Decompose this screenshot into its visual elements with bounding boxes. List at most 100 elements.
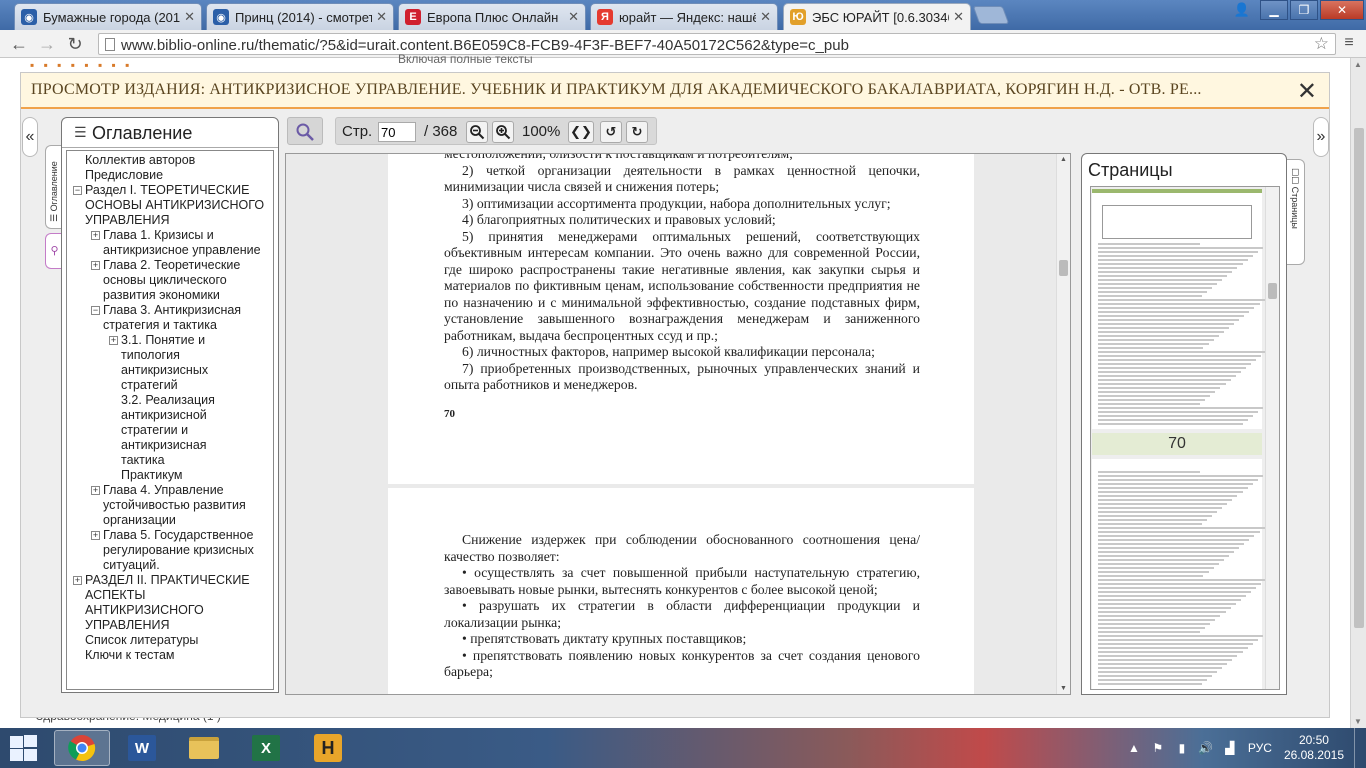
toc-item[interactable]: + Глава 1. Кризисы и антикризисное управл… bbox=[67, 228, 263, 258]
browser-tab[interactable]: ◉ Принц (2014) - смотреть ✕ bbox=[206, 3, 394, 30]
page-scrollbar[interactable]: ▲ ▼ bbox=[1350, 58, 1366, 728]
zoom-in-button[interactable] bbox=[492, 121, 514, 143]
close-tab-icon[interactable]: ✕ bbox=[760, 9, 771, 25]
expand-icon[interactable]: + bbox=[73, 576, 82, 585]
toc-item[interactable]: 3.2. Реализация антикризисной стратегии … bbox=[67, 393, 225, 468]
thumbnail-line bbox=[1098, 503, 1228, 505]
back-button[interactable]: ← bbox=[8, 34, 30, 54]
language-indicator[interactable]: РУС bbox=[1248, 741, 1272, 755]
bookmark-star-icon[interactable]: ☆ bbox=[1314, 34, 1329, 54]
expand-icon[interactable]: + bbox=[91, 261, 100, 270]
battery-icon[interactable]: ▮ bbox=[1174, 741, 1190, 755]
document-paragraph: 3) оптимизации ассортимента продукции, н… bbox=[462, 195, 891, 211]
thumbnails-scrollbar[interactable] bbox=[1265, 187, 1279, 689]
toc-item[interactable]: Практикум bbox=[67, 468, 225, 483]
rotate-right-button[interactable]: ↻ bbox=[626, 121, 648, 143]
thumbnail-line bbox=[1098, 583, 1262, 585]
taskbar-h-app[interactable]: H bbox=[300, 730, 356, 766]
toc-item[interactable]: +3.1. Понятие и типология антикризисных … bbox=[67, 333, 225, 393]
tray-arrow-icon[interactable]: ▲ bbox=[1126, 741, 1142, 755]
page-thumbnails[interactable]: 70 bbox=[1090, 186, 1280, 690]
start-button[interactable] bbox=[8, 734, 38, 762]
browser-tab[interactable]: ◉ Бумажные города (2015) ✕ bbox=[14, 3, 202, 30]
close-tab-icon[interactable]: ✕ bbox=[376, 9, 387, 25]
thumbnails-scrollbar-thumb[interactable] bbox=[1268, 283, 1277, 299]
toc-item[interactable]: + Глава 2. Теоретические основы циклическ… bbox=[67, 258, 263, 303]
expand-icon[interactable]: + bbox=[91, 531, 100, 540]
scroll-down-arrow[interactable]: ▼ bbox=[1354, 717, 1362, 726]
fit-width-button[interactable]: ❮❯ bbox=[568, 121, 594, 143]
toc-item[interactable]: Ключи к тестам bbox=[67, 648, 265, 663]
document-view[interactable]: местоположении, близости к поставщикам и… bbox=[285, 153, 1071, 695]
urait-icon: Ю bbox=[790, 9, 806, 25]
page-scrollbar-thumb[interactable] bbox=[1354, 128, 1364, 628]
rotate-left-button[interactable]: ↺ bbox=[600, 121, 622, 143]
toc-item[interactable]: − Глава 3. Антикризисная стратегия и такт… bbox=[67, 303, 263, 333]
minimize-button[interactable]: ▁ bbox=[1260, 0, 1288, 20]
flag-icon[interactable]: ⚑ bbox=[1150, 741, 1166, 755]
page-thumbnail[interactable] bbox=[1092, 189, 1267, 429]
expand-icon[interactable]: + bbox=[91, 231, 100, 240]
close-tab-icon[interactable]: ✕ bbox=[953, 9, 964, 25]
new-tab-button[interactable] bbox=[972, 6, 1010, 24]
toc-item[interactable]: + Глава 5. Государственное регулирование … bbox=[67, 528, 263, 573]
toc-item[interactable]: Предисловие bbox=[67, 168, 265, 183]
toc-item[interactable]: + Глава 4. Управление устойчивостью разви… bbox=[67, 483, 263, 528]
full-text-checkbox-label[interactable]: Включая полные тексты bbox=[398, 52, 533, 66]
viewer-close-icon[interactable]: ✕ bbox=[1297, 77, 1317, 106]
thumbnail-line bbox=[1098, 359, 1257, 361]
page-thumbnail[interactable] bbox=[1092, 459, 1267, 689]
page-70-text: местоположении, близости к поставщикам и… bbox=[444, 154, 920, 394]
collapse-left-arrow[interactable]: « bbox=[22, 117, 38, 157]
search-button[interactable] bbox=[287, 117, 323, 145]
clock[interactable]: 20:50 26.08.2015 bbox=[1284, 733, 1344, 763]
show-desktop-button[interactable] bbox=[1354, 728, 1366, 768]
browser-tab[interactable]: Ю ЭБС ЮРАЙТ [0.6.30346] ✕ bbox=[783, 3, 971, 30]
thumbnail-line bbox=[1098, 667, 1223, 669]
scroll-up-arrow[interactable]: ▲ bbox=[1354, 60, 1362, 69]
toc-item[interactable]: + РАЗДЕЛ II. ПРАКТИЧЕСКИЕ АСПЕКТЫ АНТИКРИ… bbox=[67, 573, 265, 633]
toc-item-label: Список литературы bbox=[85, 633, 199, 647]
page-number-input[interactable] bbox=[378, 122, 416, 142]
document-scrollbar[interactable]: ▲ ▼ bbox=[1056, 154, 1070, 694]
thumbnail-line bbox=[1098, 279, 1223, 281]
close-tab-icon[interactable]: ✕ bbox=[568, 9, 579, 25]
taskbar-chrome[interactable] bbox=[54, 730, 110, 766]
toc-item[interactable]: Коллектив авторов bbox=[67, 153, 265, 168]
zoom-out-button[interactable] bbox=[466, 121, 488, 143]
close-tab-icon[interactable]: ✕ bbox=[184, 9, 195, 25]
toc-vertical-tab-label: ☰ Оглавление bbox=[49, 161, 59, 222]
pages-vertical-tab-label: ☐☐ Страницы bbox=[1290, 168, 1300, 229]
restore-button[interactable]: ❐ bbox=[1290, 0, 1318, 20]
browser-tab[interactable]: Яюрайт — Яндекс: нашёлс✕ bbox=[590, 3, 778, 30]
pages-vertical-tab[interactable]: ☐☐ Страницы bbox=[1287, 159, 1305, 265]
document-scrollbar-thumb[interactable] bbox=[1059, 260, 1068, 276]
toc-item[interactable]: − Раздел I. ТЕОРЕТИЧЕСКИЕ ОСНОВЫ АНТИКРИЗ… bbox=[67, 183, 265, 228]
browser-tab[interactable]: E Европа Плюс Онлайн ✕ bbox=[398, 3, 586, 30]
taskbar-word[interactable]: W bbox=[114, 730, 170, 766]
thumbnail-line bbox=[1098, 567, 1214, 569]
doc-scroll-down-arrow[interactable]: ▼ bbox=[1060, 685, 1067, 692]
network-icon[interactable]: ▟ bbox=[1222, 741, 1238, 755]
thumbnail-line bbox=[1098, 495, 1238, 497]
expand-right-arrow[interactable]: » bbox=[1313, 117, 1329, 157]
menu-icon[interactable]: ≡ bbox=[1340, 35, 1358, 51]
taskbar-excel[interactable]: X bbox=[238, 730, 294, 766]
address-bar[interactable]: www.biblio-online.ru/thematic/?5&id=urai… bbox=[98, 33, 1336, 55]
thumbnail-page-number[interactable]: 70 bbox=[1092, 433, 1262, 455]
speaker-icon[interactable]: 🔊 bbox=[1198, 741, 1214, 755]
doc-scroll-up-arrow[interactable]: ▲ bbox=[1060, 156, 1067, 163]
close-window-button[interactable]: ✕ bbox=[1320, 0, 1364, 20]
expand-icon[interactable]: + bbox=[109, 336, 118, 345]
thumbnail-line bbox=[1098, 271, 1233, 273]
user-profile-icon[interactable]: 👤 bbox=[1230, 2, 1254, 20]
document-paragraph: Снижение издержек при соблюдении обоснов… bbox=[444, 532, 920, 564]
collapse-icon[interactable]: − bbox=[73, 186, 82, 195]
collapse-icon[interactable]: − bbox=[91, 306, 100, 315]
toc-item[interactable]: Список литературы bbox=[67, 633, 265, 648]
expand-icon[interactable]: + bbox=[91, 486, 100, 495]
pages-title: Страницы bbox=[1088, 160, 1173, 180]
forward-button[interactable]: → bbox=[36, 34, 58, 54]
reload-button[interactable]: ↻ bbox=[64, 34, 86, 54]
taskbar-explorer[interactable] bbox=[176, 730, 232, 766]
